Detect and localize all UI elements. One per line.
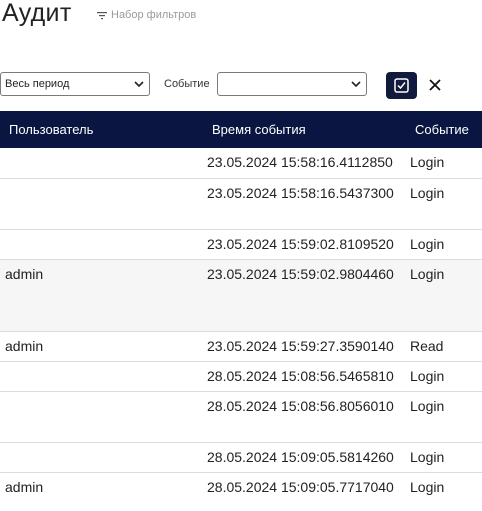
column-header-event[interactable]: Событие — [415, 122, 469, 137]
cell-time: 28.05.2024 15:09:05.5814260 — [207, 449, 394, 465]
cell-event: Login — [410, 449, 445, 465]
cell-event: Login — [410, 236, 445, 252]
cell-event: Login — [410, 368, 445, 384]
chevron-down-icon — [351, 81, 361, 88]
close-icon — [429, 79, 441, 91]
cell-time: 23.05.2024 15:59:27.3590140 — [207, 338, 394, 354]
cell-user: admin — [5, 479, 44, 495]
cell-event: Login — [410, 266, 445, 282]
page-title: Аудит — [2, 0, 72, 27]
table-row[interactable]: 28.05.2024 15:09:05.5814260 Login — [0, 443, 482, 473]
cell-time: 28.05.2024 15:08:56.5465810 — [207, 368, 394, 384]
cell-time: 28.05.2024 15:08:56.8056010 — [207, 398, 394, 414]
cell-event: Login — [410, 185, 445, 201]
table-row[interactable]: admin 28.05.2024 15:09:05.7717040 Login — [0, 473, 482, 511]
period-select[interactable]: Весь период — [0, 72, 150, 96]
chevron-down-icon — [134, 81, 144, 88]
cell-time: 28.05.2024 15:09:05.7717040 — [207, 479, 394, 495]
cell-event: Read — [410, 338, 444, 354]
column-header-time[interactable]: Время события — [212, 122, 306, 137]
cell-user: admin — [5, 266, 44, 282]
filter-toolbar: Весь период Событие — [0, 72, 482, 100]
clear-filter-button[interactable] — [426, 76, 444, 94]
event-filter-label: Событие — [164, 78, 210, 90]
event-select[interactable] — [217, 72, 367, 96]
cell-time: 23.05.2024 15:59:02.8109520 — [207, 236, 394, 252]
table-row[interactable]: 23.05.2024 15:58:16.5437300 Login — [0, 179, 482, 230]
filter-icon — [97, 11, 107, 20]
table-row[interactable]: 28.05.2024 15:08:56.5465810 Login — [0, 362, 482, 392]
cell-event: Login — [410, 154, 445, 170]
column-header-user[interactable]: Пользователь — [9, 122, 93, 137]
table-row[interactable]: admin 23.05.2024 15:59:27.3590140 Read — [0, 332, 482, 362]
cell-event: Login — [410, 398, 445, 414]
table-row[interactable]: admin 23.05.2024 15:59:02.9804460 Login — [0, 260, 482, 332]
cell-user: admin — [5, 338, 44, 354]
filter-set-button[interactable]: Набор фильтров — [97, 9, 196, 21]
table-row[interactable]: 28.05.2024 15:08:56.8056010 Login — [0, 392, 482, 443]
period-select-value: Весь период — [5, 78, 70, 90]
apply-filter-button[interactable] — [386, 72, 417, 99]
filter-set-label: Набор фильтров — [111, 9, 197, 21]
table-row[interactable]: 23.05.2024 15:59:02.8109520 Login — [0, 230, 482, 260]
table-header: Пользователь Время события Событие — [0, 111, 482, 148]
cell-time: 23.05.2024 15:58:16.5437300 — [207, 185, 394, 201]
cell-event: Login — [410, 479, 445, 495]
cell-time: 23.05.2024 15:59:02.9804460 — [207, 266, 394, 282]
table-row[interactable]: 23.05.2024 15:58:16.4112850 Login — [0, 148, 482, 179]
check-square-icon — [394, 78, 409, 93]
cell-time: 23.05.2024 15:58:16.4112850 — [207, 154, 393, 170]
